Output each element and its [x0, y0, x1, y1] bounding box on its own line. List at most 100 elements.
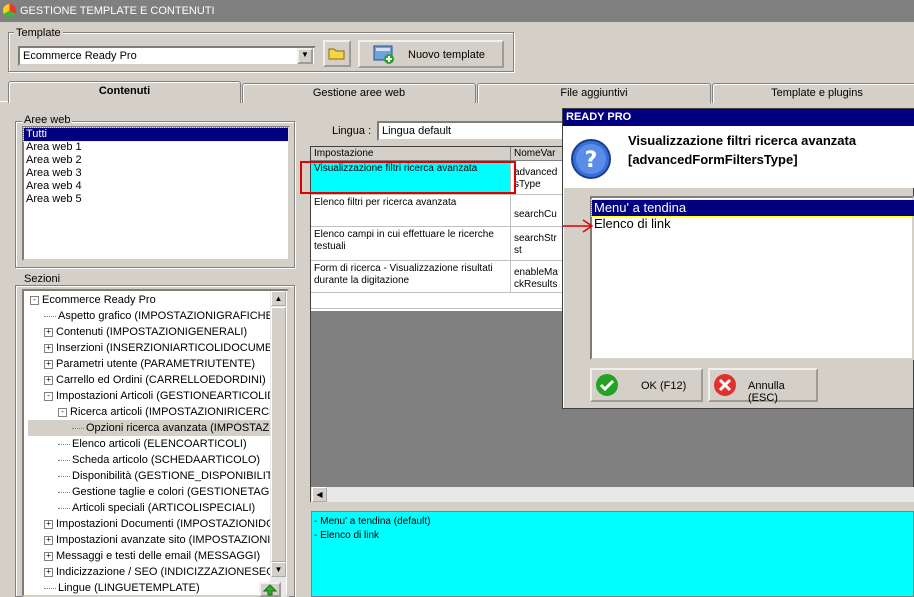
- template-group-label: Template: [14, 27, 63, 39]
- tree-node-label: Contenuti (IMPOSTAZIONIGENERALI): [56, 326, 248, 338]
- aree-web-list[interactable]: Tutti Area web 1 Area web 2 Area web 3 Area …: [22, 126, 290, 261]
- collapse-icon[interactable]: -: [44, 391, 53, 401]
- description-line: - Elenco di link: [314, 530, 380, 541]
- tree-node-label: Impostazioni Articoli (GESTIONEARTICOLID…: [56, 390, 273, 402]
- option-menu-tendina[interactable]: Menu' a tendina: [591, 199, 914, 217]
- grid-cell-nomevar-line: sType: [514, 179, 541, 190]
- expand-icon[interactable]: +: [44, 327, 53, 337]
- tab-template-plugins-label: Template e plugins: [771, 87, 863, 99]
- tree-node-label: Articoli speciali (ARTICOLISPECIALI): [72, 502, 256, 514]
- tree-node[interactable]: Scheda articolo (SCHEDAARTICOLO): [28, 452, 273, 468]
- tree-node[interactable]: Aspetto grafico (IMPOSTAZIONIGRAFICHE): [28, 308, 273, 324]
- lingua-label: Lingua :: [332, 125, 372, 137]
- tree-node-label: Parametri utente (PARAMETRIUTENTE): [56, 358, 256, 370]
- tree-scroll-down-button[interactable]: ▼: [271, 562, 286, 577]
- grid-cell-nomevar-line: enableMa: [514, 267, 558, 278]
- tree-node-label: Disponibilità (GESTIONE_DISPONIBILITA: [72, 470, 273, 482]
- grid-row[interactable]: Elenco filtri per ricerca avanzata search…: [311, 195, 571, 227]
- tab-file-aggiuntivi[interactable]: File aggiuntivi: [477, 83, 711, 103]
- open-folder-button[interactable]: [323, 40, 351, 67]
- ok-button[interactable]: OK (F12): [590, 368, 703, 402]
- cancel-button[interactable]: Annulla (ESC): [708, 368, 818, 404]
- tree-node[interactable]: - Ecommerce Ready Pro: [28, 292, 273, 308]
- expand-icon[interactable]: +: [44, 551, 53, 561]
- tree-node[interactable]: - Impostazioni Articoli (GESTIONEARTICOLI…: [28, 388, 273, 404]
- template-select[interactable]: Ecommerce Ready Pro: [18, 46, 316, 66]
- grid-row[interactable]: Form di ricerca - Visualizzazione risult…: [311, 261, 571, 293]
- app-icon: [3, 4, 16, 17]
- tab-gestione-aree-web[interactable]: Gestione aree web: [242, 83, 476, 103]
- tree-scroll-up-button[interactable]: ▲: [271, 291, 286, 306]
- check-icon: [596, 374, 618, 396]
- aree-web-item[interactable]: Area web 3: [24, 167, 288, 180]
- grid-cell-nomevar-line: searchStr: [514, 233, 557, 244]
- tree-node[interactable]: + Impostazioni Documenti (IMPOSTAZIONIDOC: [28, 516, 273, 532]
- tree-node[interactable]: Elenco articoli (ELENCOARTICOLI): [28, 436, 273, 452]
- highlight-box: [300, 161, 516, 194]
- aree-web-item[interactable]: Tutti: [23, 127, 289, 142]
- collapse-icon[interactable]: -: [30, 295, 39, 305]
- grid-cell-nomevar-line: advanced: [514, 167, 558, 178]
- tree-node[interactable]: + Messaggi e testi delle email (MESSAGGI): [28, 548, 273, 564]
- aree-web-item[interactable]: Area web 4: [24, 180, 288, 193]
- window-titlebar: GESTIONE TEMPLATE E CONTENUTI: [0, 0, 914, 22]
- tree-node[interactable]: + Inserzioni (INSERZIONIARTICOLIDOCUMEN: [28, 340, 273, 356]
- dialog-title: READY PRO: [566, 111, 632, 123]
- grid-header-impostazione[interactable]: Impostazione: [311, 147, 511, 161]
- svg-text:?: ?: [585, 148, 598, 173]
- options-list[interactable]: Menu' a tendina Elenco di link: [590, 196, 914, 360]
- expand-icon[interactable]: +: [44, 343, 53, 353]
- move-up-button[interactable]: [259, 582, 281, 597]
- tree-node-label: Indicizzazione / SEO (INDICIZZAZIONESEO: [56, 566, 273, 578]
- sezioni-tree[interactable]: - Ecommerce Ready Pro Aspetto grafico (IMP…: [22, 289, 289, 597]
- tree-node[interactable]: + Contenuti (IMPOSTAZIONIGENERALI): [28, 324, 273, 340]
- tree-node[interactable]: - Ricerca articoli (IMPOSTAZIONIRICERCH: [28, 404, 273, 420]
- new-template-button[interactable]: Nuovo template: [358, 40, 504, 68]
- expand-icon[interactable]: +: [44, 359, 53, 369]
- arrow-up-icon: ▲: [274, 294, 283, 303]
- option-elenco-link[interactable]: Elenco di link: [592, 216, 914, 232]
- expand-icon[interactable]: +: [44, 567, 53, 577]
- grid-cell-impostazione: Elenco filtri per ricerca avanzata: [311, 195, 511, 227]
- tab-template-plugins[interactable]: Template e plugins: [712, 83, 914, 103]
- tree-node[interactable]: + Parametri utente (PARAMETRIUTENTE): [28, 356, 273, 372]
- expand-icon[interactable]: +: [44, 375, 53, 385]
- dialog-heading-title: Visualizzazione filtri ricerca avanzata: [628, 133, 857, 148]
- cancel-icon: [714, 374, 736, 396]
- tree-node[interactable]: Disponibilità (GESTIONE_DISPONIBILITA: [28, 468, 273, 484]
- tab-contenuti[interactable]: Contenuti: [8, 81, 241, 103]
- tree-connector: [58, 491, 70, 493]
- tree-node-label: Gestione taglie e colori (GESTIONETAGLI: [72, 486, 273, 498]
- collapse-icon[interactable]: -: [58, 407, 67, 417]
- tab-gestione-aree-web-label: Gestione aree web: [312, 87, 406, 99]
- aree-web-item[interactable]: Area web 5: [24, 193, 288, 206]
- aree-web-item[interactable]: Area web 1: [24, 141, 288, 154]
- tree-node[interactable]: Gestione taglie e colori (GESTIONETAGLI: [28, 484, 273, 500]
- tree-node-label: Lingue (LINGUETEMPLATE): [58, 582, 200, 594]
- expand-icon[interactable]: +: [44, 519, 53, 529]
- sezioni-label: Sezioni: [22, 273, 63, 285]
- question-icon: ?: [571, 139, 611, 179]
- tree-node-label: Elenco articoli (ELENCOARTICOLI): [72, 438, 247, 450]
- tree-node[interactable]: + Carrello ed Ordini (CARRELLOEDORDINI): [28, 372, 273, 388]
- tab-file-aggiuntivi-label: File aggiuntivi: [560, 87, 628, 99]
- lingua-select[interactable]: Lingua default: [377, 121, 577, 141]
- tree-node-label: Impostazioni avanzate sito (IMPOSTAZIONI…: [56, 534, 273, 546]
- grid-hscrollbar[interactable]: [311, 487, 914, 502]
- tree-node[interactable]: + Indicizzazione / SEO (INDICIZZAZIONESEO: [28, 564, 273, 580]
- tree-node[interactable]: Lingue (LINGUETEMPLATE): [28, 580, 273, 595]
- cancel-label: Annulla (ESC): [748, 380, 785, 404]
- aree-web-item[interactable]: Area web 2: [24, 154, 288, 167]
- grid-cell-nomevar-line: st: [514, 245, 522, 256]
- grid-scroll-left-button[interactable]: ◀: [312, 487, 327, 502]
- expand-icon[interactable]: +: [44, 535, 53, 545]
- tree-node[interactable]: Opzioni ricerca avanzata (IMPOSTAZIO: [28, 420, 273, 436]
- template-dropdown-button[interactable]: ▼: [297, 48, 313, 64]
- new-template-label: Nuovo template: [408, 49, 486, 61]
- tree-scroll-thumb[interactable]: [271, 307, 286, 562]
- description-box: - Menu' a tendina (default) - Elenco di …: [311, 511, 914, 597]
- tree-node-label: Messaggi e testi delle email (MESSAGGI): [56, 550, 261, 562]
- tree-node[interactable]: Articoli speciali (ARTICOLISPECIALI): [28, 500, 273, 516]
- tree-node[interactable]: + Impostazioni avanzate sito (IMPOSTAZION…: [28, 532, 273, 548]
- grid-row[interactable]: Elenco campi in cui effettuare le ricerc…: [311, 227, 571, 261]
